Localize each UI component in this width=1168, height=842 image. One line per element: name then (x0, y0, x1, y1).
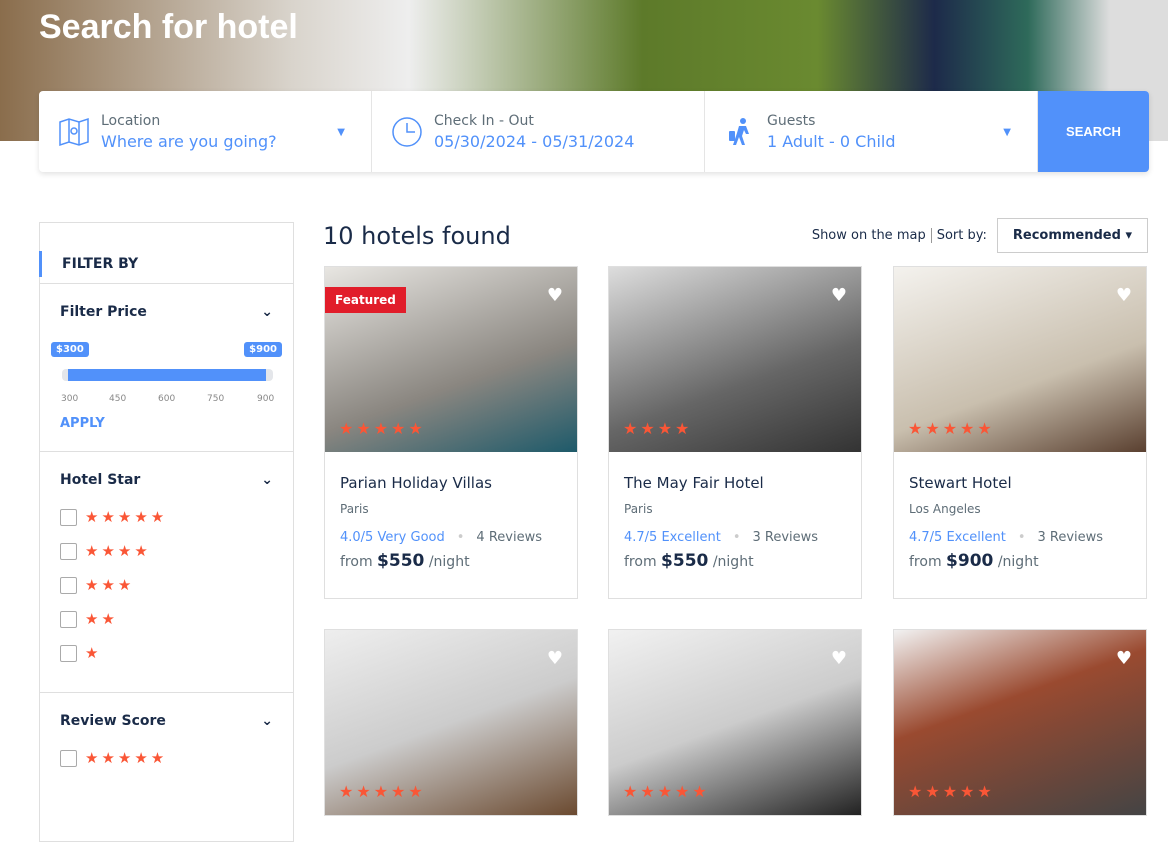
checkbox[interactable] (60, 542, 77, 560)
hotel-image[interactable]: ♥ ★★★★★ (325, 630, 577, 815)
max-price-tag: $900 (244, 342, 282, 357)
results-count: 10 hotels found (323, 222, 511, 250)
hotel-city: Los Angeles (909, 502, 981, 516)
review-option[interactable]: ★★★★★ (60, 749, 273, 767)
checkbox[interactable] (60, 749, 77, 767)
hotel-card[interactable]: ♥ ★★★★ The May Fair Hotel Paris 4.7/5 Ex… (608, 266, 862, 599)
show-map-link[interactable]: Show on the map (812, 228, 932, 243)
hotel-image[interactable]: Featured ♥ ★★★★★ (325, 267, 577, 452)
location-field[interactable]: Location Where are you going? ▼ (39, 91, 372, 172)
hotel-card[interactable]: Featured ♥ ★★★★★ Parian Holiday Villas P… (324, 266, 578, 599)
filter-title: FILTER BY (39, 251, 293, 277)
hotel-stars: ★★★★★ (623, 782, 710, 801)
review-count: 4 Reviews (476, 530, 542, 545)
heart-icon[interactable]: ♥ (1116, 648, 1132, 669)
dates-field[interactable]: Check In - Out 05/30/2024 - 05/31/2024 (372, 91, 705, 172)
search-button[interactable]: SEARCH (1038, 91, 1149, 172)
filter-price-section: Filter Price ⌄ $300 $900 300 450 600 750 … (40, 283, 293, 451)
map-icon (59, 117, 89, 146)
chevron-down-icon: ⌄ (261, 304, 273, 320)
hotel-card[interactable]: ♥ ★★★★★ (893, 629, 1147, 816)
caret-down-icon: ▼ (337, 127, 345, 138)
review-count: 3 Reviews (752, 530, 819, 545)
checkbox[interactable] (60, 644, 77, 662)
sort-select[interactable]: Recommended ▾ (996, 218, 1148, 253)
hotel-stars: ★★★★★ (339, 782, 426, 801)
featured-badge: Featured (325, 287, 406, 313)
hotel-image[interactable]: ♥ ★★★★ (609, 267, 861, 452)
hotel-name[interactable]: Stewart Hotel (909, 474, 1131, 492)
checkbox[interactable] (60, 576, 77, 594)
hotel-price: $900 (946, 551, 994, 571)
traveler-icon (729, 117, 749, 145)
hotel-price: $550 (377, 551, 425, 571)
page-title: Search for hotel (39, 8, 298, 46)
checkbox[interactable] (60, 508, 77, 526)
clock-icon (392, 116, 422, 147)
price-slider[interactable]: $300 $900 300 450 600 750 900 (51, 330, 282, 420)
star-option[interactable]: ★★★★ (60, 542, 273, 560)
star-option[interactable]: ★★★★★ (60, 508, 273, 526)
hotel-image[interactable]: ♥ ★★★★★ (894, 267, 1146, 452)
hotel-city: Paris (340, 502, 369, 516)
hotel-stars: ★★★★ (623, 419, 693, 438)
guests-field[interactable]: Guests 1 Adult - 0 Child ▼ (705, 91, 1038, 172)
heart-icon[interactable]: ♥ (547, 648, 563, 669)
filter-sidebar: FILTER BY Filter Price ⌄ $300 $900 300 45… (39, 222, 294, 842)
checkbox[interactable] (60, 610, 77, 628)
hotel-image[interactable]: ♥ ★★★★★ (609, 630, 861, 815)
review-score: 4.0/5 Very Good (340, 530, 445, 545)
hotel-stars: ★★★★★ (339, 419, 426, 438)
hotel-image[interactable]: ♥ ★★★★★ (894, 630, 1146, 815)
review-score: 4.7/5 Excellent (624, 530, 721, 545)
caret-down-icon: ▼ (1003, 127, 1011, 138)
search-bar: Location Where are you going? ▼ Check In … (39, 91, 1149, 172)
chevron-down-icon: ⌄ (261, 472, 273, 488)
min-price-tag: $300 (51, 342, 89, 357)
hotel-card[interactable]: ♥ ★★★★★ (608, 629, 862, 816)
heart-icon[interactable]: ♥ (831, 648, 847, 669)
review-score-section: Review Score ⌄ ★★★★★ (40, 692, 293, 787)
hotel-stars: ★★★★★ (908, 782, 995, 801)
review-count: 3 Reviews (1037, 530, 1104, 545)
heart-icon[interactable]: ♥ (1116, 285, 1132, 306)
hotel-city: Paris (624, 502, 653, 516)
hotel-price: $550 (661, 551, 709, 571)
review-score: 4.7/5 Excellent (909, 530, 1006, 545)
sort-bar: Show on the map Sort by: Recommended ▾ (812, 218, 1148, 253)
heart-icon[interactable]: ♥ (547, 285, 563, 306)
hotel-stars: ★★★★★ (908, 419, 995, 438)
review-score-toggle[interactable]: Review Score ⌄ (60, 713, 273, 729)
hotel-name[interactable]: Parian Holiday Villas (340, 474, 562, 492)
price-range-fill (68, 369, 266, 381)
chevron-down-icon: ⌄ (261, 713, 273, 729)
hotel-star-section: Hotel Star ⌄ ★★★★★ ★★★★ ★★★ ★★ ★ (40, 451, 293, 692)
heart-icon[interactable]: ♥ (831, 285, 847, 306)
star-option[interactable]: ★★★ (60, 576, 273, 594)
hotel-star-toggle[interactable]: Hotel Star ⌄ (60, 472, 273, 488)
star-option[interactable]: ★ (60, 644, 273, 662)
star-option[interactable]: ★★ (60, 610, 273, 628)
hotel-name[interactable]: The May Fair Hotel (624, 474, 846, 492)
hotel-card[interactable]: ♥ ★★★★★ (324, 629, 578, 816)
hotel-card[interactable]: ♥ ★★★★★ Stewart Hotel Los Angeles 4.7/5 … (893, 266, 1147, 599)
filter-price-toggle[interactable]: Filter Price ⌄ (60, 304, 273, 320)
